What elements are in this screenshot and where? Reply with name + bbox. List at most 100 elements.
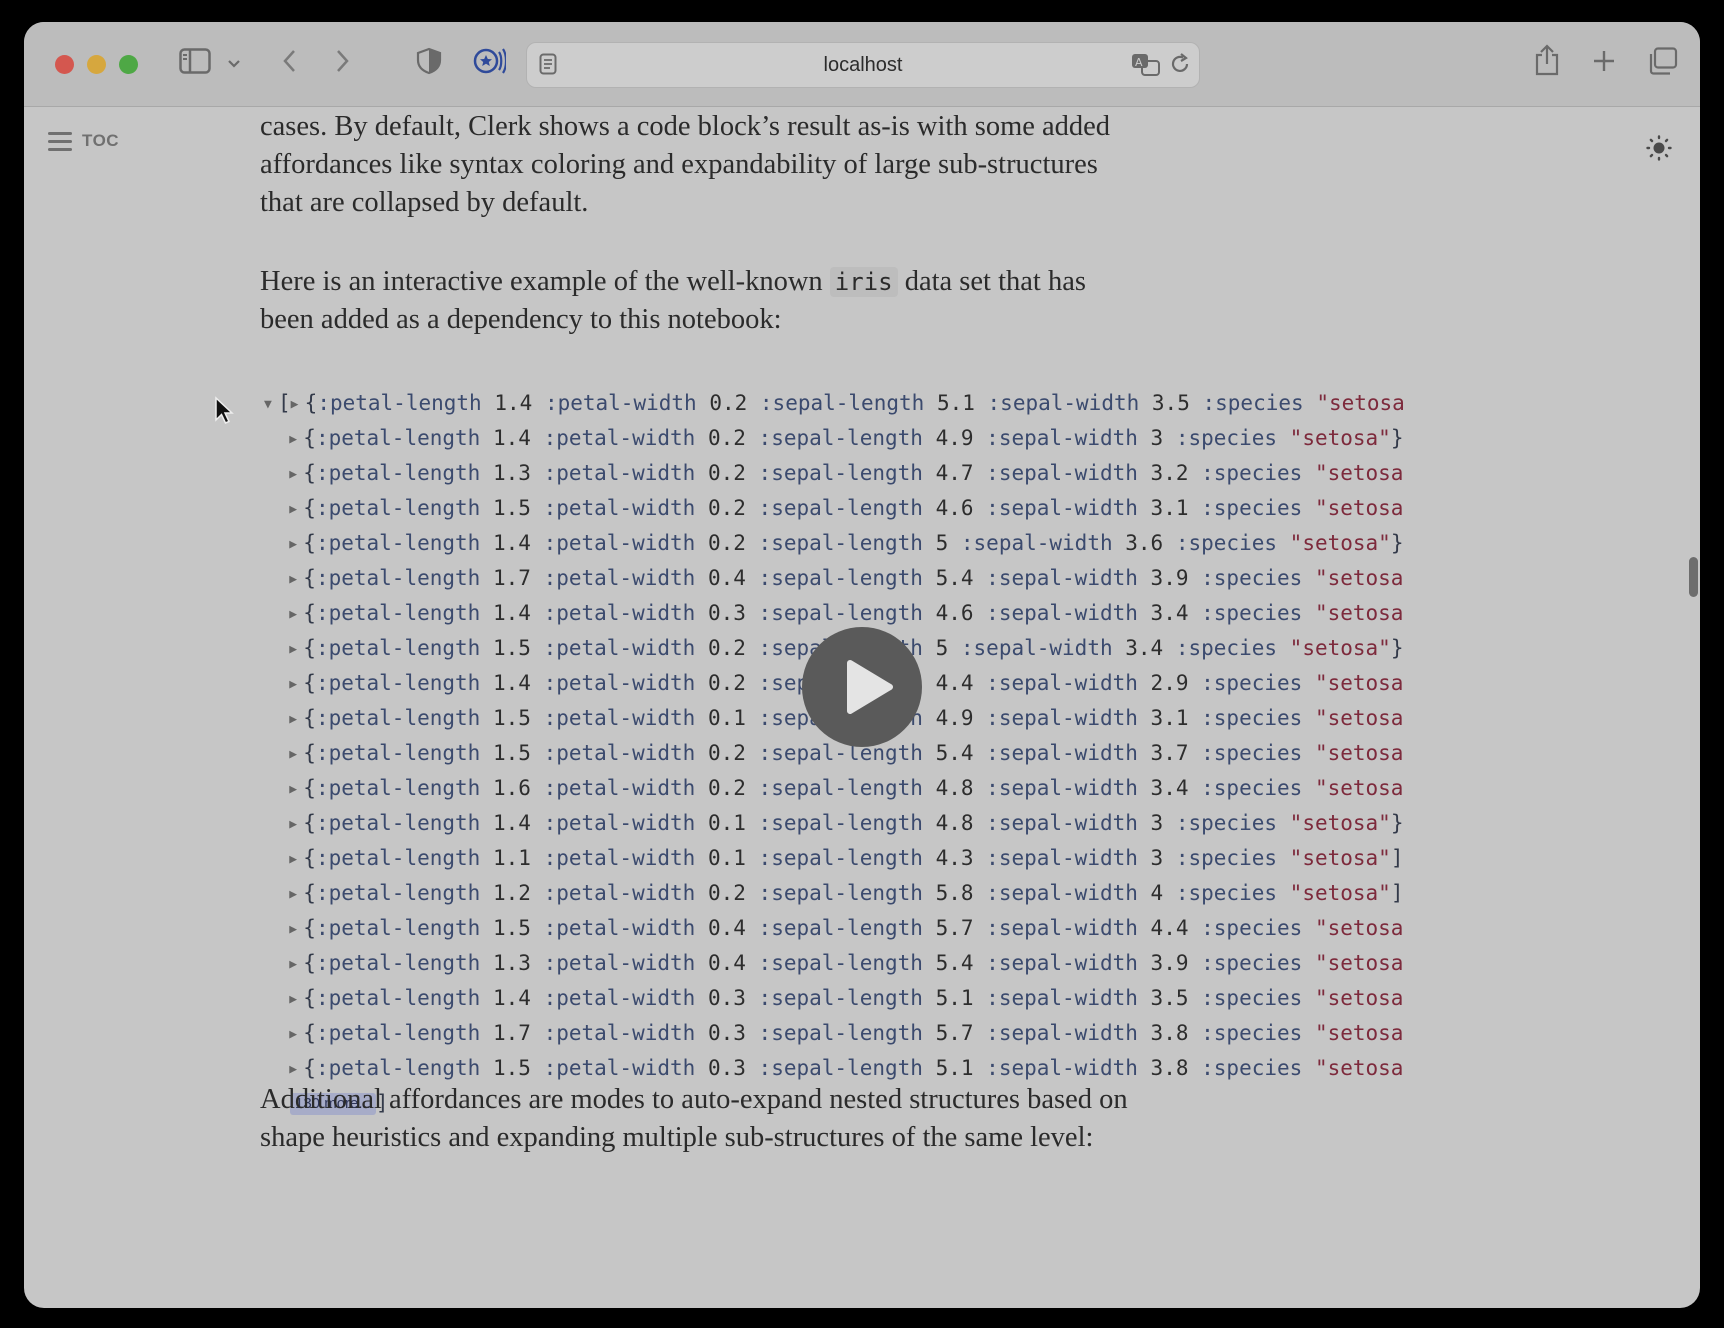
species-key: :species — [1175, 426, 1278, 450]
petal-width-value: 0.2 — [707, 776, 746, 800]
scrollbar-thumb[interactable] — [1689, 557, 1698, 597]
iris-row: ▶ {:petal-length 1.3 :petal-width 0.4 :se… — [264, 946, 1486, 981]
collapsed-triangle-icon[interactable]: ▶ — [289, 422, 303, 457]
collapsed-triangle-icon[interactable]: ▶ — [289, 667, 303, 702]
collapsed-triangle-icon[interactable]: ▶ — [289, 597, 303, 632]
iris-row: ▶ {:petal-length 1.5 :petal-width 0.4 :se… — [264, 911, 1486, 946]
translate-icon[interactable]: A — [1131, 53, 1161, 82]
collapsed-triangle-icon[interactable]: ▶ — [289, 807, 303, 842]
minimize-window-button[interactable] — [87, 55, 106, 74]
petal-width-key: :petal-width — [543, 566, 696, 590]
collapsed-triangle-icon[interactable]: ▶ — [289, 877, 303, 912]
petal-length-value: 1.5 — [492, 496, 531, 520]
iris-row: ▶ {:petal-length 1.4 :petal-width 0.3 :se… — [264, 596, 1486, 631]
shield-icon[interactable] — [416, 47, 442, 80]
petal-length-value: 1.4 — [494, 391, 533, 415]
petal-length-value: 1.2 — [492, 881, 531, 905]
collapsed-triangle-icon[interactable]: ▶ — [289, 912, 303, 947]
back-icon[interactable] — [282, 48, 298, 79]
collapsed-triangle-icon[interactable]: ▶ — [289, 562, 303, 597]
petal-width-value: 0.2 — [707, 426, 746, 450]
petal-width-key: :petal-width — [543, 461, 696, 485]
species-key: :species — [1175, 531, 1278, 555]
sepal-width-value: 3.4 — [1125, 636, 1164, 660]
petal-length-value: 1.4 — [492, 426, 531, 450]
sepal-width-key: :sepal-width — [986, 461, 1138, 485]
toc-label: TOC — [82, 131, 120, 150]
toc-toggle[interactable]: TOC — [48, 131, 119, 151]
reload-icon[interactable] — [1169, 53, 1191, 80]
petal-width-value: 0.1 — [707, 811, 746, 835]
sepal-width-value: 4.4 — [1150, 916, 1189, 940]
species-key: :species — [1201, 1056, 1303, 1080]
collapsed-triangle-icon[interactable]: ▶ — [289, 1017, 303, 1052]
petal-width-value: 0.2 — [707, 531, 746, 555]
petal-width-key: :petal-width — [543, 986, 696, 1010]
petal-length-key: :petal-length — [315, 916, 481, 940]
collapsed-triangle-icon[interactable]: ▶ — [289, 842, 303, 877]
petal-length-value: 1.7 — [492, 1021, 531, 1045]
sun-icon[interactable] — [1646, 135, 1672, 161]
petal-width-key: :petal-width — [543, 426, 696, 450]
sepal-width-value: 3.1 — [1150, 496, 1189, 520]
address-bar[interactable]: localhost A — [526, 42, 1200, 88]
collapsed-triangle-icon[interactable]: ▶ — [289, 492, 303, 527]
iris-row: ▶{:petal-length 1.4 :petal-width 0.2 :se… — [264, 421, 1486, 456]
petal-length-key: :petal-length — [315, 811, 481, 835]
species-value: "setosa — [1316, 391, 1405, 415]
collapsed-triangle-icon[interactable]: ▶ — [289, 527, 303, 562]
sepal-length-key: :sepal-length — [758, 1021, 923, 1045]
sepal-width-value: 3.1 — [1150, 706, 1189, 730]
species-key: :species — [1201, 671, 1303, 695]
species-value: "setosa" — [1289, 531, 1391, 555]
iris-row: ▶ {:petal-length 1.4 :petal-width 0.3 :se… — [264, 981, 1486, 1016]
sepal-length-key: :sepal-length — [758, 986, 923, 1010]
sepal-width-key: :sepal-width — [960, 636, 1113, 660]
new-tab-icon[interactable] — [1592, 49, 1616, 78]
extension-icon[interactable] — [472, 46, 508, 81]
collapsed-triangle-icon[interactable]: ▶ — [289, 702, 303, 737]
sepal-length-key: :sepal-length — [758, 566, 923, 590]
petal-width-value: 0.3 — [707, 986, 746, 1010]
play-video-button[interactable] — [802, 627, 922, 747]
petal-width-value: 0.3 — [707, 1021, 746, 1045]
row-end-bracket: } — [1390, 636, 1404, 660]
petal-length-key: :petal-length — [315, 496, 481, 520]
iris-row: ▶ {:petal-length 1.3 :petal-width 0.2 :se… — [264, 456, 1486, 491]
sepal-width-key: :sepal-width — [986, 916, 1138, 940]
collapsed-triangle-icon[interactable]: ▶ — [289, 457, 303, 492]
collapsed-triangle-icon[interactable]: ▶ — [289, 947, 303, 982]
petal-width-key: :petal-width — [543, 881, 696, 905]
petal-width-value: 0.4 — [707, 566, 746, 590]
collapsed-triangle-icon[interactable]: ▶ — [291, 387, 305, 422]
zoom-window-button[interactable] — [119, 55, 138, 74]
sepal-width-key: :sepal-width — [986, 881, 1138, 905]
sepal-width-key: :sepal-width — [987, 391, 1140, 415]
play-icon — [847, 660, 893, 714]
petal-width-value: 0.2 — [707, 461, 746, 485]
url-text[interactable]: localhost — [527, 54, 1199, 77]
share-icon[interactable] — [1534, 44, 1560, 81]
row-end-bracket: ] — [1390, 846, 1404, 870]
petal-width-key: :petal-width — [543, 601, 696, 625]
chevron-down-icon[interactable] — [227, 56, 241, 74]
sepal-width-value: 3 — [1150, 846, 1164, 870]
iris-intro-paragraph: Here is an interactive example of the we… — [260, 263, 1140, 339]
petal-width-value: 0.4 — [707, 951, 746, 975]
forward-icon[interactable] — [334, 48, 350, 79]
collapsed-triangle-icon[interactable]: ▶ — [289, 737, 303, 772]
expanded-triangle-icon[interactable]: ▼ — [264, 387, 278, 422]
close-window-button[interactable] — [55, 55, 74, 74]
sepal-length-key: :sepal-length — [758, 951, 923, 975]
sidebar-icon[interactable] — [179, 48, 211, 79]
collapsed-triangle-icon[interactable]: ▶ — [289, 982, 303, 1017]
petal-width-key: :petal-width — [543, 671, 696, 695]
sepal-width-key: :sepal-width — [986, 846, 1138, 870]
petal-length-key: :petal-length — [315, 846, 481, 870]
species-key: :species — [1201, 601, 1303, 625]
sepal-length-value: 4.7 — [935, 461, 974, 485]
collapsed-triangle-icon[interactable]: ▶ — [289, 772, 303, 807]
sepal-length-key: :sepal-length — [758, 601, 923, 625]
tabs-overview-icon[interactable] — [1648, 47, 1678, 80]
collapsed-triangle-icon[interactable]: ▶ — [289, 632, 303, 667]
